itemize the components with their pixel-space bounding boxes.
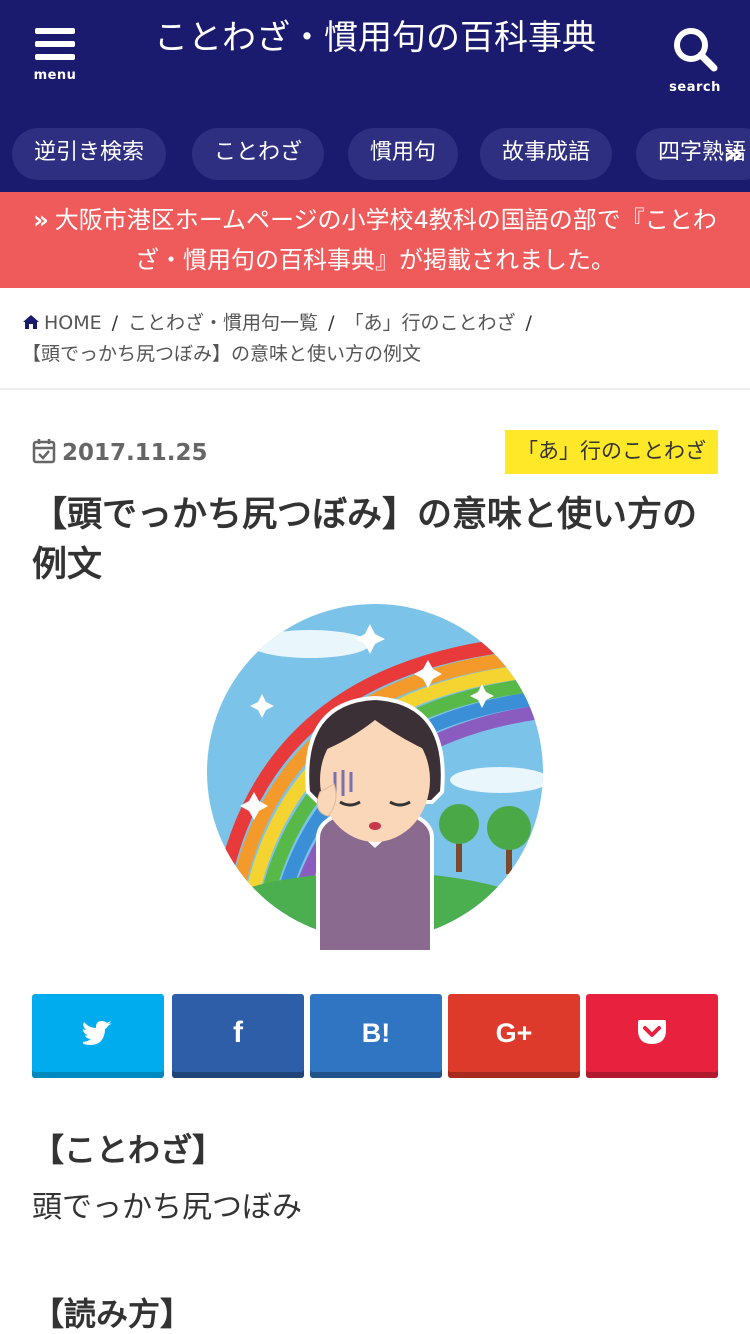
twitter-icon — [80, 1021, 112, 1045]
googleplus-icon: G+ — [495, 1018, 533, 1048]
share-twitter-button[interactable] — [32, 994, 164, 1078]
double-chevron-icon: » — [33, 206, 49, 234]
breadcrumb-category[interactable]: 「あ」行のことわざ — [344, 312, 515, 334]
calendar-icon — [32, 439, 56, 464]
section-body-kotowaza: 頭でっかち尻つぼみ — [32, 1190, 302, 1225]
breadcrumb-separator: / — [111, 312, 119, 334]
breadcrumb-separator: / — [525, 312, 532, 334]
share-facebook-button[interactable]: f — [172, 994, 304, 1078]
share-pocket-button[interactable] — [586, 994, 718, 1078]
search-icon — [674, 28, 718, 72]
article-title: 【頭でっかち尻つぼみ】の意味と使い方の例文 — [32, 495, 698, 585]
breadcrumb: HOME / ことわざ・慣用句一覧 / 「あ」行のことわざ / 【頭でっかち尻つぼみ】の意味… — [22, 308, 732, 370]
hamburger-icon — [35, 28, 75, 60]
nav-scroll-arrow-icon[interactable]: » — [723, 136, 744, 170]
category-nav: 逆引き検索 ことわざ 慣用句 故事成語 四字熟語 — [0, 128, 750, 180]
nav-item-kotowaza[interactable]: ことわざ — [192, 128, 325, 180]
post-date: 2017.11.25 — [32, 436, 208, 470]
section-heading-kotowaza: 【ことわざ】 — [32, 1131, 225, 1169]
search-button[interactable]: search — [660, 22, 730, 98]
menu-button[interactable]: menu — [22, 22, 88, 98]
breadcrumb-home[interactable]: HOME — [44, 312, 102, 334]
nav-item-koji-seigo[interactable]: 故事成語 — [480, 128, 613, 180]
share-googleplus-button[interactable]: G+ — [448, 994, 580, 1078]
home-icon — [23, 315, 39, 329]
hatena-bookmark-icon: B! — [361, 1018, 391, 1048]
section-heading-reading: 【読み方】 — [32, 1295, 193, 1333]
nav-item-kanyouku[interactable]: 慣用句 — [348, 128, 459, 180]
share-hatena-button[interactable]: B! — [310, 994, 442, 1078]
breadcrumb-separator: / — [328, 312, 335, 334]
breadcrumb-list[interactable]: ことわざ・慣用句一覧 — [128, 312, 318, 334]
notice-bar[interactable]: » 大阪市港区ホームページの小学校4教科の国語の部で『ことわざ・慣用句の百科事典』… — [0, 192, 750, 288]
notice-text: 大阪市港区ホームページの小学校4教科の国語の部で『ことわざ・慣用句の百科事典』が… — [54, 206, 717, 274]
pocket-icon — [638, 1020, 666, 1044]
search-label: search — [669, 80, 721, 95]
breadcrumb-current: 【頭でっかち尻つぼみ】の意味と使い方の例文 — [22, 343, 422, 365]
post-date-text: 2017.11.25 — [62, 440, 208, 466]
divider — [0, 388, 750, 390]
menu-label: menu — [33, 68, 77, 83]
article-illustration — [207, 604, 543, 954]
facebook-icon: f — [233, 1016, 243, 1049]
nav-item-reverse-search[interactable]: 逆引き検索 — [12, 128, 167, 180]
category-badge[interactable]: 「あ」行のことわざ — [505, 430, 718, 474]
site-title[interactable]: ことわざ・慣用句の百科事典 — [110, 12, 640, 64]
